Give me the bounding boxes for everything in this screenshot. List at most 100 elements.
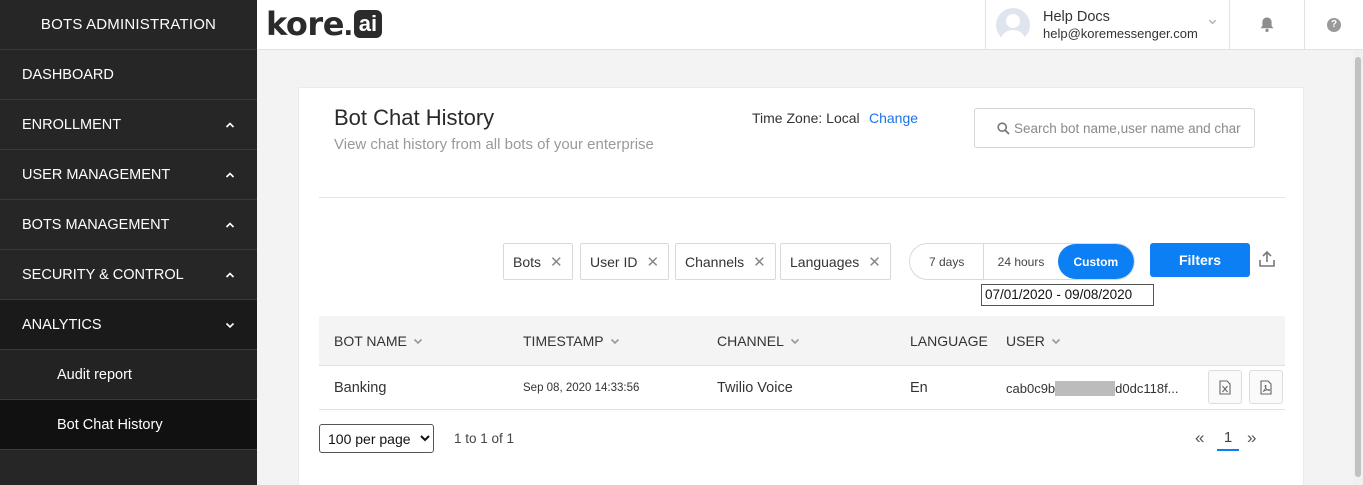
timezone-change-link[interactable]: Change (869, 110, 918, 126)
export-pdf-button[interactable] (1249, 370, 1283, 404)
sidebar-subitem-label: Bot Chat History (57, 416, 163, 433)
sidebar-item-dashboard[interactable]: DASHBOARD (0, 50, 257, 100)
close-icon[interactable]: ✕ (646, 253, 659, 271)
column-header-language: LANGUAGE (910, 316, 988, 366)
logo-dot: . (343, 5, 353, 42)
search-input[interactable] (1014, 120, 1250, 136)
column-label: BOT NAME (334, 333, 407, 349)
chevron-down-icon (610, 338, 619, 345)
pagination-page-1[interactable]: 1 (1217, 429, 1239, 451)
range-7-days[interactable]: 7 days (910, 244, 985, 279)
column-label: LANGUAGE (910, 333, 988, 349)
chip-label: User ID (590, 253, 638, 270)
logo-text: kore (266, 5, 344, 43)
column-header-bot-name[interactable]: BOT NAME (334, 316, 423, 366)
chevron-up-icon (225, 171, 235, 178)
chip-label: Channels (685, 253, 745, 270)
range-24-hours[interactable]: 24 hours (984, 244, 1057, 279)
page-subtitle: View chat history from all bots of your … (334, 136, 654, 153)
pagination-prev[interactable]: « (1195, 428, 1204, 448)
kore-ai-logo[interactable]: kore . ai (266, 5, 383, 43)
page-scrollbar[interactable] (1353, 50, 1363, 485)
user-info: Help Docs help@koremessenger.com (1043, 9, 1198, 41)
avatar (996, 7, 1030, 42)
sidebar-item-label: DASHBOARD (22, 66, 114, 83)
bell-icon (1260, 17, 1274, 32)
filters-button[interactable]: Filters (1150, 243, 1250, 277)
user-id-prefix: cab0c9b (1006, 380, 1056, 396)
column-label: USER (1006, 333, 1045, 349)
export-icon[interactable] (1257, 249, 1277, 269)
per-page-select[interactable]: 100 per page (319, 424, 434, 453)
column-header-channel[interactable]: CHANNEL (717, 316, 800, 366)
sidebar-item-label: USER MANAGEMENT (22, 166, 171, 183)
time-range-toggle: 7 days 24 hours Custom (909, 243, 1135, 280)
user-id-suffix: d0dc118f... (1115, 380, 1179, 396)
cell-timestamp: Sep 08, 2020 14:33:56 (523, 382, 640, 394)
sidebar-item-user-management[interactable]: USER MANAGEMENT (0, 150, 257, 200)
filter-chip-user-id[interactable]: User ID ✕ (580, 243, 670, 280)
scrollbar-thumb[interactable] (1355, 57, 1361, 477)
chevron-down-icon (1051, 338, 1060, 345)
date-range-input[interactable]: 07/01/2020 - 09/08/2020 (981, 284, 1154, 306)
chevron-down-icon (413, 338, 422, 345)
sidebar-subitem-label: Audit report (57, 366, 132, 383)
cell-bot-name: Banking (334, 380, 387, 396)
chevron-down-icon (790, 338, 799, 345)
column-header-user[interactable]: USER (1006, 316, 1061, 366)
close-icon[interactable]: ✕ (753, 253, 766, 271)
search-icon (997, 121, 1010, 135)
cell-language: En (910, 380, 928, 396)
search-box[interactable] (974, 108, 1255, 148)
table-header: BOT NAME TIMESTAMP CHANNEL LANGUAGE USER (319, 316, 1285, 366)
bot-chat-history-card: Bot Chat History View chat history from … (298, 87, 1304, 485)
filter-chip-channels[interactable]: Channels ✕ (675, 243, 776, 280)
sidebar-item-bots-management[interactable]: BOTS MANAGEMENT (0, 200, 257, 250)
page-title: Bot Chat History (334, 105, 495, 130)
user-menu[interactable]: Help Docs help@koremessenger.com (985, 0, 1230, 49)
help-icon: ? (1327, 17, 1341, 32)
excel-file-icon (1219, 379, 1231, 395)
chevron-down-icon (1208, 19, 1217, 25)
redaction-block (1055, 380, 1116, 396)
sidebar-subitem-bot-chat-history[interactable]: Bot Chat History (0, 400, 257, 450)
chevron-up-icon (225, 121, 235, 128)
export-excel-button[interactable] (1208, 370, 1242, 404)
close-icon[interactable]: ✕ (868, 253, 881, 271)
close-icon[interactable]: ✕ (550, 253, 563, 271)
notifications-button[interactable] (1230, 0, 1305, 49)
filter-chip-bots[interactable]: Bots ✕ (503, 243, 573, 280)
table-row[interactable]: Banking Sep 08, 2020 14:33:56 Twilio Voi… (319, 366, 1285, 410)
top-header: kore . ai Help Docs help@koremessenger.c… (257, 0, 1363, 50)
column-header-timestamp[interactable]: TIMESTAMP (523, 316, 620, 366)
sidebar-header: BOTS ADMINISTRATION (0, 0, 257, 50)
chip-label: Languages (790, 253, 860, 270)
filter-chip-languages[interactable]: Languages ✕ (780, 243, 891, 280)
pagination-next[interactable]: » (1247, 428, 1256, 448)
help-button[interactable]: ? (1305, 0, 1363, 49)
sidebar-item-enrollment[interactable]: ENROLLMENT (0, 100, 257, 150)
chevron-up-icon (225, 221, 235, 228)
user-name: Help Docs (1043, 8, 1110, 25)
chip-label: Bots (513, 253, 542, 270)
timezone-label: Time Zone: Local (752, 110, 860, 126)
sidebar-item-security-control[interactable]: SECURITY & CONTROL (0, 250, 257, 300)
sidebar-item-label: ENROLLMENT (22, 116, 122, 133)
range-custom[interactable]: Custom (1057, 244, 1134, 279)
sidebar-item-analytics[interactable]: ANALYTICS (0, 300, 257, 350)
sidebar-item-label: BOTS MANAGEMENT (22, 216, 170, 233)
sidebar-item-label: ANALYTICS (22, 316, 102, 333)
divider (319, 197, 1285, 198)
user-email: help@koremessenger.com (1043, 25, 1198, 41)
sidebar-item-label: SECURITY & CONTROL (22, 266, 184, 283)
chevron-up-icon (225, 271, 235, 278)
chevron-down-icon (225, 322, 235, 328)
column-label: TIMESTAMP (523, 333, 604, 349)
pagination-info: 1 to 1 of 1 (454, 431, 515, 446)
logo-badge: ai (353, 10, 383, 38)
cell-channel: Twilio Voice (717, 380, 793, 396)
column-label: CHANNEL (717, 333, 784, 349)
pdf-file-icon (1260, 379, 1272, 395)
sidebar-subitem-audit-report[interactable]: Audit report (0, 350, 257, 400)
sidebar: BOTS ADMINISTRATION DASHBOARD ENROLLMENT… (0, 0, 257, 485)
